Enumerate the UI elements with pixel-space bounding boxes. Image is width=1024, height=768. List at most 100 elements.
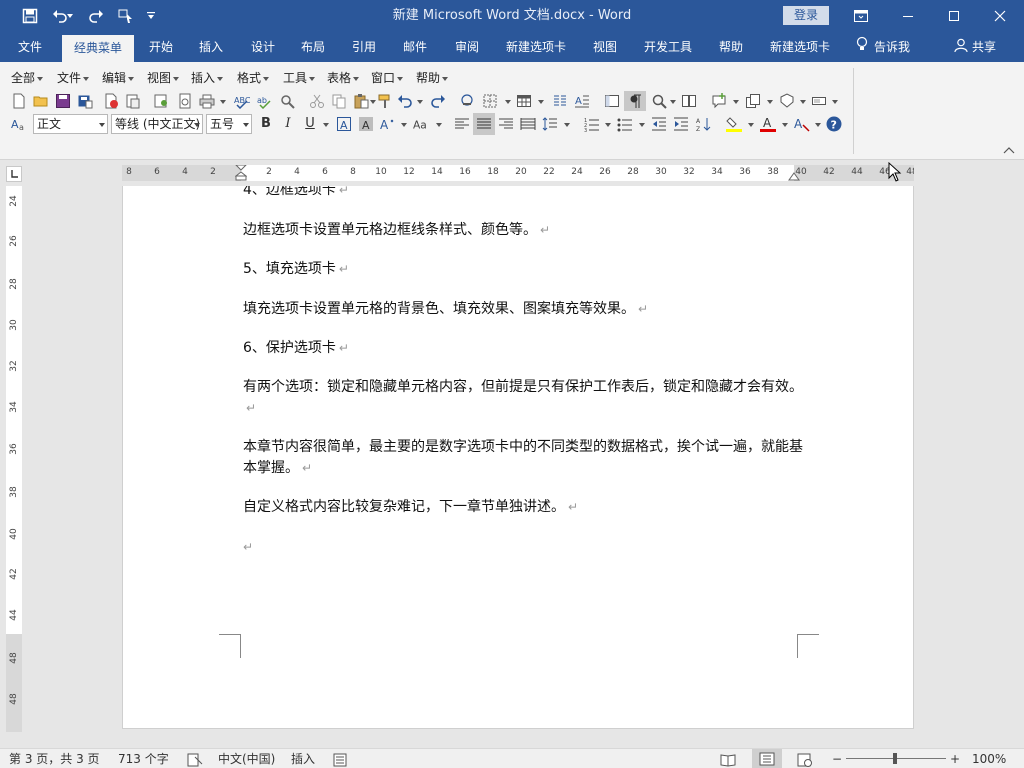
find-icon[interactable] [651,93,667,109]
change-case-icon[interactable]: Aa [413,116,429,132]
bold-button[interactable]: B [257,115,275,133]
maximize-icon[interactable] [931,0,977,32]
table-dropdown-icon[interactable] [538,100,544,104]
tab-new-tab-1[interactable]: 新建选项卡 [498,32,574,62]
form-fields-icon[interactable] [811,93,827,109]
new-comment-icon[interactable] [711,93,727,109]
document-paragraph[interactable]: 有两个选项：锁定和隐藏单元格内容，但前提是只有保护工作表后，锁定和隐藏才会有效。… [243,377,803,419]
borders-dropdown-icon[interactable] [505,100,511,104]
comment-dropdown-icon[interactable] [733,100,739,104]
justify-button[interactable] [473,113,495,135]
borders-icon[interactable] [482,93,498,109]
character-border-icon[interactable]: A [336,116,352,132]
macro-recording-icon[interactable] [333,752,347,768]
document-paragraph[interactable]: 6、保护选项卡 ↵ [243,338,803,359]
ribbon-display-options-icon[interactable] [838,0,884,32]
document-paragraph[interactable]: ↵ [243,537,803,558]
text-effects-icon[interactable]: A [380,116,396,132]
undo-dropdown-icon[interactable] [417,100,423,104]
show-hide-marks-button[interactable] [624,91,646,111]
proofing-icon[interactable] [187,752,203,768]
underline-dropdown-icon[interactable] [323,123,329,127]
insert-table-icon[interactable] [516,93,532,109]
protect-icon[interactable] [779,93,795,109]
document-paragraph[interactable]: 4、边框选项卡 ↵ [243,186,803,201]
line-spacing-icon[interactable] [542,116,558,132]
indent-markers-icon[interactable] [235,165,247,181]
redo-icon[interactable] [430,93,446,109]
close-icon[interactable] [977,0,1023,32]
highlight-icon[interactable] [726,116,742,132]
numbering-dropdown-icon[interactable] [605,123,611,127]
tab-help[interactable]: 帮助 [710,32,752,62]
document-paragraph[interactable]: 本章节内容很简单，最主要的是数字选项卡中的不同类型的数据格式，挨个试一遍，就能基… [243,437,803,479]
print-preview-icon[interactable] [153,93,169,109]
collapse-ribbon-icon[interactable] [1003,146,1015,154]
style-select[interactable]: 正文 [33,114,108,134]
font-color-icon[interactable]: A [760,116,776,132]
tab-new-tab-2[interactable]: 新建选项卡 [762,32,838,62]
print-layout-icon[interactable] [177,93,193,109]
format-painter-icon[interactable] [377,93,393,109]
print-layout-view-button[interactable] [752,749,782,768]
right-indent-marker-icon[interactable] [788,172,800,181]
login-button[interactable]: 登录 [783,6,829,25]
align-left-icon[interactable] [454,116,470,132]
print-icon[interactable] [199,93,215,109]
hyperlink-icon[interactable] [459,93,475,109]
styles-pane-icon[interactable]: Aa [11,116,27,132]
tab-developer[interactable]: 开发工具 [636,32,700,62]
cut-icon[interactable] [309,93,325,109]
zoom-in-button[interactable]: + [950,751,960,767]
font-color-dropdown-icon[interactable] [782,123,788,127]
tab-file[interactable]: 文件 [8,32,52,62]
font-size-select[interactable]: 五号 [206,114,252,134]
clear-formatting-dropdown-icon[interactable] [815,123,821,127]
menu-edit[interactable]: 编辑 [102,70,135,86]
customize-qat-icon[interactable] [138,0,164,32]
form-fields-dropdown-icon[interactable] [832,100,838,104]
change-case-dropdown-icon[interactable] [436,123,442,127]
save-icon[interactable] [55,93,71,109]
page-count[interactable]: 第 3 页，共 3 页 [9,751,100,767]
tab-insert[interactable]: 插入 [190,32,232,62]
text-direction-icon[interactable]: A [574,93,590,109]
horizontal-ruler[interactable]: 8 6 4 2 2 4 6 8 10 12 14 16 18 20 22 24 … [122,165,914,181]
document-paragraph[interactable]: 填充选项卡设置单元格的背景色、填充效果、图案填充等效果。 ↵ [243,299,803,320]
language-indicator[interactable]: 中文(中国) [218,751,275,767]
new-document-icon[interactable] [11,93,27,109]
document-paragraph[interactable]: 5、填充选项卡 ↵ [243,259,803,280]
undo-icon[interactable] [397,93,413,109]
tab-classic-menu[interactable]: 经典菜单 [62,35,134,62]
italic-button[interactable]: I [279,115,297,133]
bullets-dropdown-icon[interactable] [639,123,645,127]
research-icon[interactable]: ab [257,93,273,109]
tab-selector[interactable] [6,166,22,182]
read-mode-icon[interactable] [720,752,736,768]
redo-icon[interactable] [82,0,110,32]
menu-table[interactable]: 表格 [327,70,360,86]
paste-dropdown-icon[interactable] [370,100,376,104]
touch-mode-icon[interactable] [112,0,140,32]
zoom-out-button[interactable]: − [832,751,842,767]
spelling-check-icon[interactable]: ABC [234,93,250,109]
zoom-slider-thumb[interactable] [893,753,897,764]
bullets-icon[interactable] [617,116,633,132]
menu-help[interactable]: 帮助 [416,70,449,86]
align-right-icon[interactable] [498,116,514,132]
character-shading-icon[interactable]: A [358,116,374,132]
clear-formatting-icon[interactable]: A [794,116,810,132]
tab-design[interactable]: 设计 [242,32,284,62]
insert-mode-indicator[interactable]: 插入 [291,751,315,767]
sort-icon[interactable]: AZ [696,116,712,132]
line-spacing-dropdown-icon[interactable] [564,123,570,127]
print-dropdown-icon[interactable] [220,100,226,104]
help-icon[interactable]: ? [826,116,842,132]
save-icon[interactable] [16,0,44,32]
document-map-icon[interactable] [604,93,620,109]
menu-window[interactable]: 窗口 [371,70,404,86]
columns-icon[interactable] [552,93,568,109]
menu-file[interactable]: 文件 [57,70,90,86]
document-paragraph[interactable]: 自定义格式内容比较复杂难记，下一章节单独讲述。 ↵ [243,497,803,518]
document-paragraph[interactable]: 边框选项卡设置单元格边框线条样式、颜色等。 ↵ [243,220,803,241]
